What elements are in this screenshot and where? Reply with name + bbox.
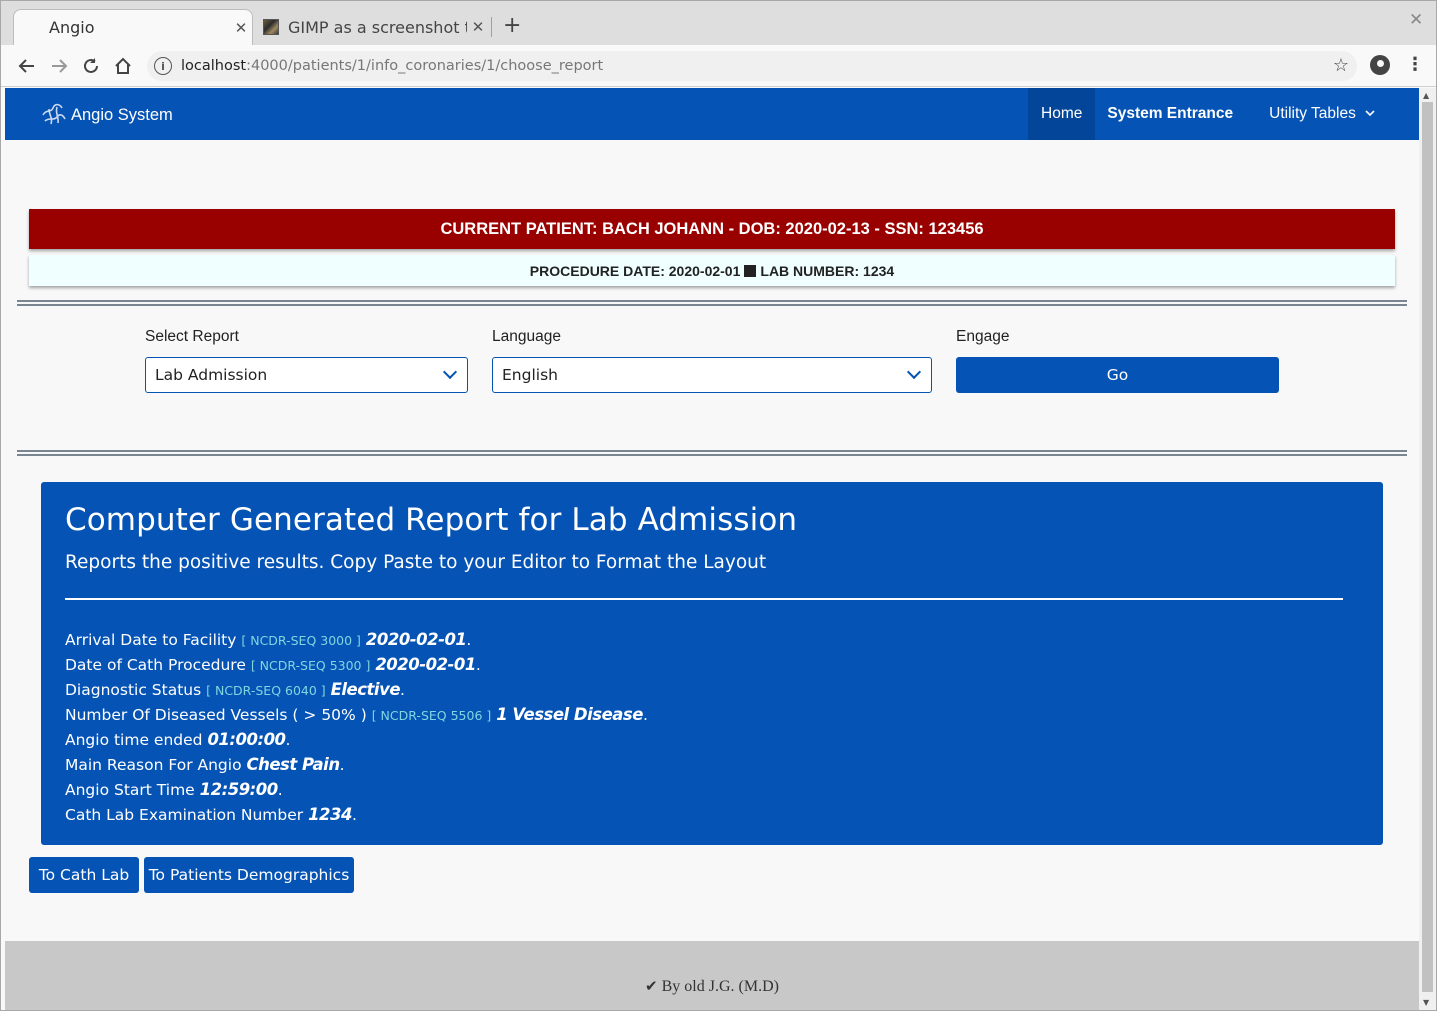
footer-text: By old J.G. (M.D) [661,978,779,995]
chevron-down-icon [906,364,922,380]
url-host: localhost [181,58,247,74]
line-value: Chest Pain [246,755,341,774]
nav-utility-tables[interactable]: Utility Tables [1233,88,1375,140]
select-report-label: Select Report [145,328,239,345]
report-line: Angio Start Time 12:59:00. [65,780,283,799]
line-label: Arrival Date to Facility [65,631,237,649]
line-label: Main Reason For Angio [65,756,242,774]
line-value: 2020-02-01 [375,655,476,674]
tab-close-icon[interactable]: ✕ [467,18,489,36]
report-select[interactable]: Lab Admission [145,357,468,393]
divider [17,450,1407,456]
window-close-icon[interactable]: ✕ [1409,10,1423,30]
to-cath-lab-button[interactable]: To Cath Lab [29,857,139,893]
home-icon[interactable] [110,53,136,79]
language-select-value: English [502,366,558,384]
tab-title: Angio [49,18,95,37]
line-label: Diagnostic Status [65,681,202,699]
report-select-value: Lab Admission [155,366,268,384]
footer-credit: ✔ By old J.G. (M.D) [5,977,1419,996]
report-panel: Computer Generated Report for Lab Admiss… [41,482,1383,845]
forward-icon[interactable] [46,53,72,79]
browser-window: Angio ✕ GIMP as a screenshot t ✕ + ✕ i l… [0,0,1437,1011]
tab-strip: Angio ✕ GIMP as a screenshot t ✕ + ✕ [1,1,1436,45]
url-text[interactable]: localhost:4000/patients/1/info_coronarie… [181,58,603,74]
procedure-info-bar: PROCEDURE DATE: 2020-02-01 LAB NUMBER: 1… [29,255,1395,286]
report-title: Computer Generated Report for Lab Admiss… [65,502,798,538]
reload-icon[interactable] [78,53,104,79]
separator-square [744,264,757,277]
tab-separator [491,17,492,37]
nav-home[interactable]: Home [1028,88,1096,140]
line-value: 2020-02-01 [365,630,467,649]
app-navbar: Angio System Home System Entrance Utilit… [5,88,1419,140]
report-lines: Arrival Date to Facility [ NCDR-SEQ 3000… [65,627,648,827]
report-line: Angio time ended 01:00:00. [65,730,291,749]
scroll-thumb[interactable] [1422,102,1433,992]
address-bar[interactable]: i localhost:4000/patients/1/info_coronar… [147,51,1357,81]
new-tab-icon[interactable]: + [503,13,521,38]
browser-toolbar: i localhost:4000/patients/1/info_coronar… [1,45,1436,87]
menu-icon[interactable]: ⋮ [1406,54,1424,75]
check-icon: ✔ [645,979,658,995]
report-line: Diagnostic Status [ NCDR-SEQ 6040 ] Elec… [65,680,405,699]
line-label: Angio time ended [65,731,203,749]
nav-links: Home System Entrance Utility Tables [1028,88,1375,140]
line-value: 12:59:00 [199,780,279,799]
report-line: Date of Cath Procedure [ NCDR-SEQ 5300 ]… [65,655,481,674]
star-icon[interactable]: ☆ [1333,55,1349,76]
angio-logo-icon [39,101,69,129]
procedure-date: PROCEDURE DATE: 2020-02-01 [529,262,741,279]
language-label: Language [492,328,561,345]
report-subtitle: Reports the positive results. Copy Paste… [65,552,767,573]
chevron-down-icon [442,364,458,380]
tab-angio[interactable]: Angio ✕ [13,9,253,45]
line-seq: [ NCDR-SEQ 6040 ] [206,683,326,698]
current-patient-banner: CURRENT PATIENT: BACH JOHANN - DOB: 2020… [29,209,1395,249]
line-value: 01:00:00 [207,730,286,749]
tab-close-icon[interactable]: ✕ [230,19,252,37]
line-label: Number Of Diseased Vessels ( > 50% ) [65,706,367,724]
go-button[interactable]: Go [956,357,1279,393]
back-icon[interactable] [14,53,40,79]
to-patients-demographics-button[interactable]: To Patients Demographics [144,857,354,893]
profile-icon[interactable] [1370,55,1390,75]
divider [17,300,1407,306]
report-divider [65,598,1343,600]
line-seq: [ NCDR-SEQ 3000 ] [241,633,361,648]
line-value: 1234 [308,805,352,824]
page-viewport: Angio System Home System Entrance Utilit… [5,88,1419,1010]
lab-number: LAB NUMBER: 1234 [760,262,895,279]
report-line: Number Of Diseased Vessels ( > 50% ) [ N… [65,705,648,724]
vertical-scrollbar[interactable]: ▲ ▼ [1419,88,1436,1010]
report-line: Arrival Date to Facility [ NCDR-SEQ 3000… [65,630,472,649]
tab-gimp[interactable]: GIMP as a screenshot t ✕ [257,9,489,45]
line-label: Angio Start Time [65,781,195,799]
line-seq: [ NCDR-SEQ 5300 ] [250,658,371,673]
line-value: 1 Vessel Disease [496,705,643,724]
engage-label: Engage [956,328,1010,345]
line-seq: [ NCDR-SEQ 5506 ] [371,708,492,723]
chevron-down-icon [1365,108,1375,120]
line-label: Date of Cath Procedure [65,656,246,674]
scroll-up-icon[interactable]: ▲ [1423,91,1429,100]
line-label: Cath Lab Examination Number [65,806,304,824]
url-path: :4000/patients/1/info_coronaries/1/choos… [246,58,604,74]
report-line: Cath Lab Examination Number 1234. [65,805,357,824]
brand-name: Angio System [71,105,173,124]
footer: ✔ By old J.G. (M.D) [5,941,1419,1010]
info-icon[interactable]: i [154,57,172,75]
scroll-down-icon[interactable]: ▼ [1423,998,1429,1007]
gimp-favicon-icon [263,19,279,35]
line-value: Elective [330,680,401,699]
brand[interactable]: Angio System [39,101,173,129]
nav-utility-label: Utility Tables [1269,105,1356,122]
report-line: Main Reason For Angio Chest Pain. [65,755,345,774]
nav-system-entrance[interactable]: System Entrance [1095,88,1233,140]
tab-title: GIMP as a screenshot t [288,17,467,37]
language-select[interactable]: English [492,357,932,393]
